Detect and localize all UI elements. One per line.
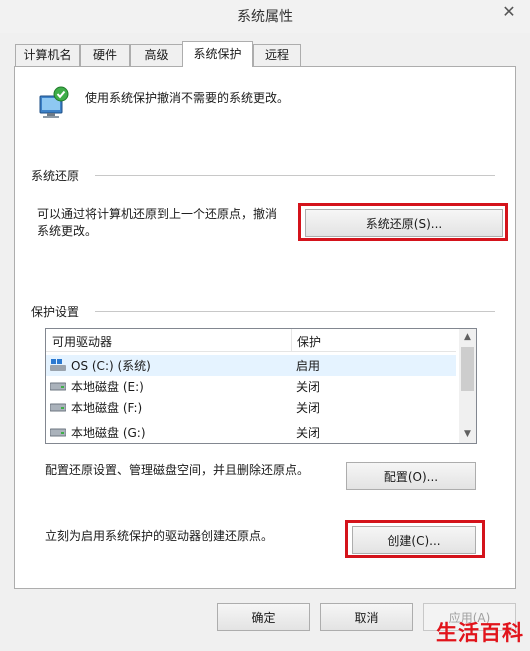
tab-advanced[interactable]: 高级 [130, 44, 183, 66]
protection-group-divider [95, 311, 495, 312]
close-button[interactable]: ✕ [494, 1, 524, 25]
window-title: 系统属性 [237, 9, 293, 25]
protection-status: 启用 [296, 359, 321, 373]
hard-drive-icon [50, 428, 66, 437]
tab-remote[interactable]: 远程 [253, 44, 301, 66]
drive-row-f[interactable]: 本地磁盘 (F:) 关闭 [46, 397, 456, 418]
chevron-down-icon: ▼ [464, 429, 471, 439]
drive-row-e[interactable]: 本地磁盘 (E:) 关闭 [46, 376, 456, 397]
restore-group-divider [95, 175, 495, 176]
tab-system-protection[interactable]: 系统保护 [182, 41, 253, 67]
restore-group-label: 系统还原 [31, 169, 80, 183]
drive-name: 本地磁盘 (G:) [71, 426, 146, 440]
scroll-down-button[interactable]: ▼ [459, 426, 476, 443]
protection-status: 关闭 [296, 380, 321, 394]
hard-drive-icon [50, 382, 66, 391]
header-description: 使用系统保护撤消不需要的系统更改。 [85, 91, 290, 105]
protection-status: 关闭 [296, 426, 321, 440]
drive-list-scrollbar[interactable]: ▲ ▼ [459, 329, 476, 443]
drive-list-header: 可用驱动器 保护 [46, 329, 456, 352]
watermark-logo: 生活百科 [436, 621, 524, 645]
tab-computer-name[interactable]: 计算机名 [15, 44, 80, 66]
cancel-button[interactable]: 取消 [320, 603, 413, 631]
drive-cell: 本地磁盘 (G:) [50, 424, 146, 441]
system-protection-icon [39, 86, 69, 118]
protection-group-label: 保护设置 [31, 305, 80, 319]
protection-status: 关闭 [296, 401, 321, 415]
drive-name: 本地磁盘 (E:) [71, 380, 144, 394]
tab-hardware[interactable]: 硬件 [80, 44, 130, 66]
drive-cell: OS (C:) (系统) [50, 357, 151, 374]
column-header-protection[interactable]: 保护 [297, 333, 321, 350]
drive-row-c[interactable]: OS (C:) (系统) 启用 [46, 355, 456, 376]
configure-description: 配置还原设置、管理磁盘空间，并且删除还原点。 [45, 463, 310, 477]
drive-cell: 本地磁盘 (F:) [50, 399, 142, 416]
close-icon: ✕ [502, 2, 516, 21]
scroll-up-button[interactable]: ▲ [459, 329, 476, 346]
drive-row-g[interactable]: 本地磁盘 (G:) 关闭 [46, 422, 456, 443]
drive-cell: 本地磁盘 (E:) [50, 378, 144, 395]
title-bar: 系统属性 ✕ [0, 0, 530, 33]
ok-button[interactable]: 确定 [217, 603, 310, 631]
system-protection-panel: 使用系统保护撤消不需要的系统更改。 系统还原 可以通过将计算机还原到上一个还原点… [14, 66, 516, 589]
chevron-up-icon: ▲ [464, 332, 471, 342]
configure-button[interactable]: 配置(O)... [346, 462, 476, 490]
column-separator[interactable] [291, 329, 292, 351]
restore-description-line2: 系统更改。 [37, 224, 98, 238]
system-drive-icon [50, 359, 66, 371]
column-header-drive[interactable]: 可用驱动器 [52, 333, 112, 350]
drive-list[interactable]: 可用驱动器 保护 OS (C:) (系统) 启用 本地磁盘 (E:) 关闭 本地… [45, 328, 477, 444]
scroll-thumb[interactable] [461, 347, 474, 391]
drive-name: OS (C:) (系统) [71, 359, 151, 373]
restore-button-highlight [298, 203, 508, 241]
create-button-highlight [345, 520, 485, 558]
create-description: 立刻为启用系统保护的驱动器创建还原点。 [45, 529, 274, 543]
hard-drive-icon [50, 403, 66, 412]
restore-description-line1: 可以通过将计算机还原到上一个还原点，撤消 [37, 207, 278, 221]
drive-name: 本地磁盘 (F:) [71, 401, 143, 415]
